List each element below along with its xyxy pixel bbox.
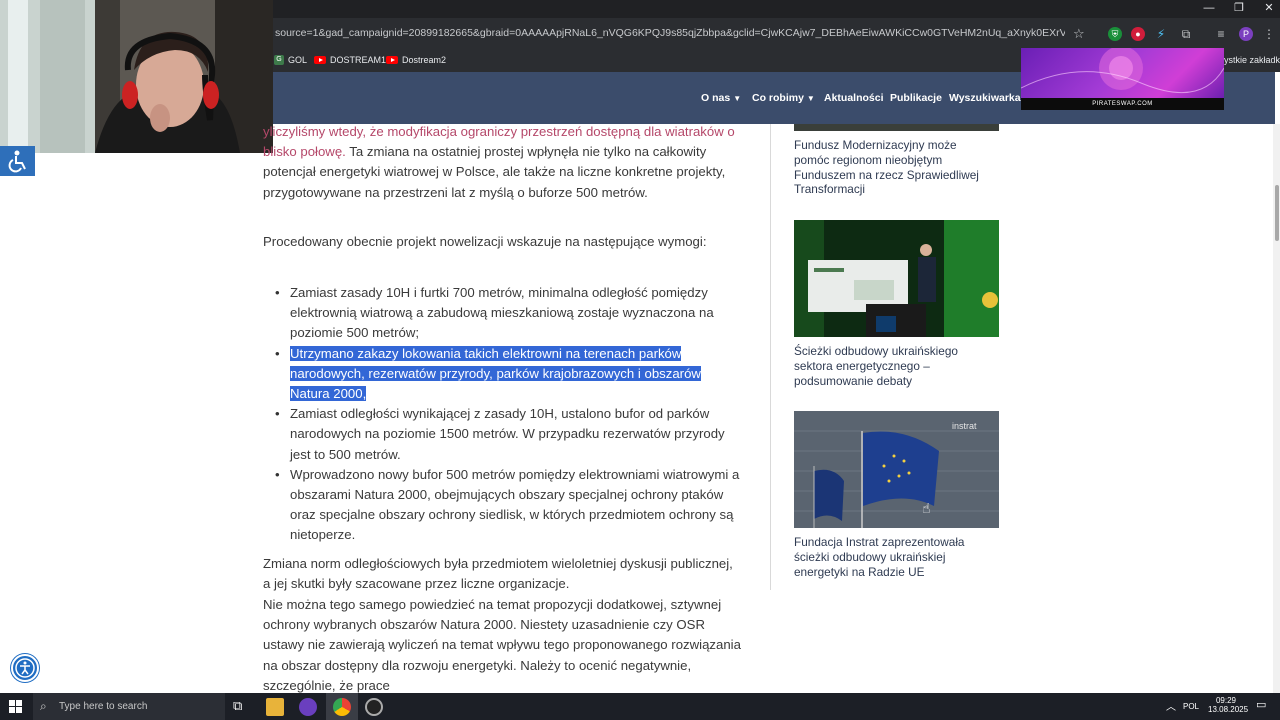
bookmark-label: Dostream2	[402, 55, 447, 65]
nav-item-co-robimy[interactable]: Co robimy ▼	[752, 92, 815, 106]
chevron-down-icon: ▼	[806, 94, 815, 103]
windows-logo	[9, 700, 22, 713]
instrat-watermark: instrat	[952, 421, 977, 431]
clock-time: 09:29	[1215, 696, 1237, 705]
extension-icon[interactable]: ⚡	[1154, 27, 1168, 41]
restore-icon[interactable]: ❐	[1223, 0, 1255, 18]
task-view-icon[interactable]: ⧉	[233, 698, 251, 716]
requirements-list: Zamiast zasady 10H i furtki 700 metrów, …	[272, 283, 742, 546]
search-placeholder: Type here to search	[59, 701, 148, 712]
nav-item-o-nas[interactable]: O nas ▼	[701, 92, 741, 106]
accessibility-icon	[15, 658, 35, 678]
gol-favicon: G	[274, 55, 284, 65]
article-paragraph: Procedowany obecnie projekt nowelizacji …	[263, 234, 707, 249]
menu-icon[interactable]: ⋮	[1262, 27, 1276, 41]
bookmark-dostream1[interactable]: DOSTREAM1	[314, 53, 386, 67]
list-item: Wprowadzono nowy bufor 500 metrów pomięd…	[272, 465, 742, 546]
list-item: Zamiast zasady 10H i furtki 700 metrów, …	[272, 283, 742, 344]
nav-item-wyszukiwarka[interactable]: Wyszukiwarka	[949, 92, 1021, 106]
article-paragraph: Nie można tego samego powiedzieć na tema…	[263, 597, 741, 693]
tab-search-icon[interactable]: ≡	[1214, 27, 1228, 41]
puzzle-icon[interactable]: ⧉	[1179, 27, 1193, 41]
accessibility-widget-button[interactable]	[11, 654, 39, 682]
bookmark-gol[interactable]: G GOL	[274, 53, 307, 67]
bookmark-label: DOSTREAM1	[330, 55, 387, 65]
article-paragraph: yliczyliśmy wtedy, że modyfikacja ograni…	[263, 122, 743, 203]
webcam-overlay	[0, 0, 273, 153]
wheelchair-icon	[8, 150, 26, 173]
webcam-image	[0, 0, 273, 153]
article-paragraph: Zmiana norm odległościowych była przedmi…	[263, 556, 733, 592]
card-title[interactable]: Fundacja Instrat zaprezentowała ścieżki …	[794, 535, 994, 579]
scrollbar-thumb[interactable]	[1275, 185, 1279, 241]
bookmark-star-icon[interactable]: ☆	[1073, 26, 1085, 42]
youtube-icon	[314, 56, 326, 64]
clock-date: 13.08.2025	[1208, 705, 1249, 714]
minimize-icon[interactable]: —	[1193, 0, 1225, 18]
chevron-up-icon[interactable]: ︿	[1166, 698, 1176, 713]
chevron-down-icon: ▼	[733, 94, 742, 103]
all-bookmarks[interactable]: ystkie zakładki	[1224, 53, 1280, 67]
ad-brand: PIRATESWAP.COM	[1021, 98, 1224, 110]
column-divider	[770, 124, 771, 590]
youtube-icon	[386, 56, 398, 64]
bookmark-label: GOL	[288, 55, 308, 65]
profile-avatar[interactable]: P	[1239, 27, 1253, 41]
search-icon: ⌕	[40, 699, 47, 713]
list-item-selected: Utrzymano zakazy lokowania takich elektr…	[272, 344, 742, 405]
taskbar-search-input[interactable]: Type here to search	[33, 693, 225, 720]
card-thumbnail[interactable]	[794, 124, 999, 131]
bookmark-dostream2[interactable]: Dostream2	[386, 53, 446, 67]
card-title[interactable]: Ścieżki odbudowy ukraińskiego sektora en…	[794, 344, 994, 388]
language-indicator[interactable]: POL	[1183, 702, 1199, 711]
ad-artwork	[1021, 48, 1224, 94]
url-field[interactable]: source=1&gad_campaignid=20899182665&gbra…	[275, 27, 1065, 43]
accessibility-button[interactable]	[0, 146, 35, 176]
extension-icon[interactable]: ⛨	[1108, 27, 1122, 41]
extension-icon[interactable]: ●	[1131, 27, 1145, 41]
app-icon[interactable]	[299, 698, 317, 716]
chrome-icon[interactable]	[333, 698, 351, 716]
list-item: Zamiast odległości wynikającej z zasady …	[272, 404, 742, 465]
notification-icon[interactable]: ▭	[1256, 698, 1266, 711]
conference-photo	[794, 220, 999, 337]
card-thumbnail[interactable]	[794, 220, 999, 337]
clock[interactable]: 09:29 13.08.2025	[1208, 696, 1249, 714]
obs-icon[interactable]	[365, 698, 383, 716]
hand-cursor-icon: ☝	[922, 500, 931, 516]
card-title[interactable]: Fundusz Modernizacyjny może pomóc region…	[794, 138, 994, 197]
file-explorer-icon[interactable]	[266, 698, 284, 716]
nav-item-publikacje[interactable]: Publikacje	[890, 92, 942, 106]
selected-text[interactable]: Utrzymano zakazy lokowania takich elektr…	[290, 345, 701, 402]
close-icon[interactable]: ✕	[1253, 0, 1280, 18]
nav-label: Co robimy	[752, 92, 804, 104]
nav-item-aktualnosci[interactable]: Aktualności	[824, 92, 884, 106]
nav-label: O nas	[701, 92, 731, 104]
windows-start-icon[interactable]	[9, 700, 23, 719]
